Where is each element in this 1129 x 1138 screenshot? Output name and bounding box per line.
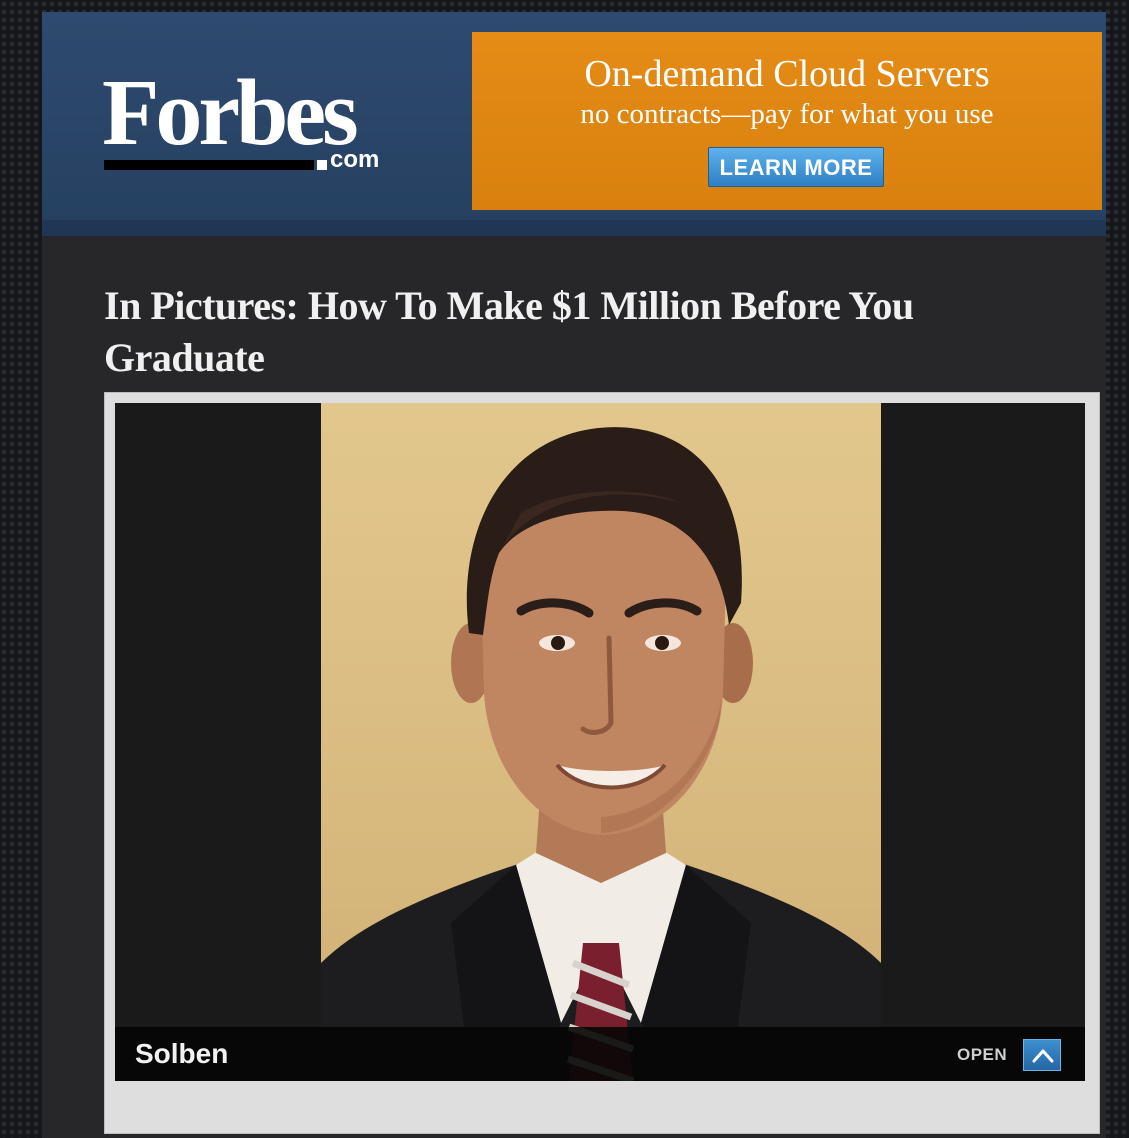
logo-suffix: com (330, 146, 380, 173)
forbes-logo[interactable]: Forbes com (102, 66, 412, 186)
chevron-up-icon (1032, 1049, 1054, 1063)
open-toggle-button[interactable] (1023, 1039, 1061, 1071)
logo-underline (104, 160, 314, 170)
slideshow-viewer[interactable]: Solben OPEN (115, 403, 1085, 1081)
header-strip (42, 220, 1106, 236)
site-header: Forbes com On-demand Cloud Servers no co… (42, 12, 1106, 236)
slideshow-card: Solben OPEN (104, 392, 1100, 1134)
ad-subline: no contracts—pay for what you use (580, 98, 994, 130)
article-title: In Pictures: How To Make $1 Million Befo… (104, 283, 914, 380)
ad-headline: On-demand Cloud Servers (584, 53, 990, 95)
slide-photo (321, 403, 881, 1081)
logo-dot (317, 160, 327, 170)
page-frame: Forbes com On-demand Cloud Servers no co… (42, 12, 1106, 1138)
ad-banner[interactable]: On-demand Cloud Servers no contracts—pay… (472, 32, 1102, 210)
slide-caption: Solben (135, 1038, 229, 1069)
caption-bar: Solben OPEN (115, 1027, 1085, 1081)
open-label[interactable]: OPEN (957, 1045, 1007, 1065)
logo-wordmark: Forbes (102, 61, 359, 165)
learn-more-button[interactable]: LEARN MORE (708, 147, 884, 187)
